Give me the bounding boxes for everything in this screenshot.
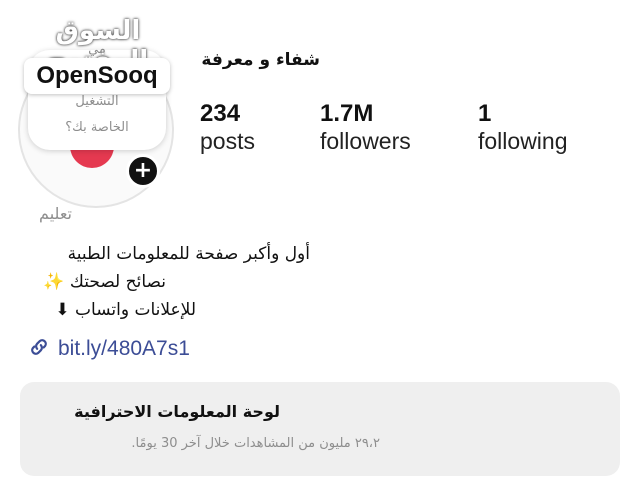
posts-count: 234 (200, 100, 241, 127)
dashboard-title: لوحة المعلومات الاحترافية (74, 402, 280, 421)
add-story-button[interactable]: + (126, 154, 160, 188)
link-icon (28, 336, 50, 362)
profile-category: تعليم (39, 204, 72, 223)
following-stat[interactable]: 1 following (478, 100, 568, 155)
followers-stat[interactable]: 1.7M followers (320, 100, 411, 155)
followers-count: 1.7M (320, 100, 374, 127)
posts-stat[interactable]: 234 posts (200, 100, 255, 155)
bio-link[interactable]: bit.ly/480A7s1 (28, 334, 190, 364)
watermark-logo: OpenSooq (24, 58, 170, 94)
following-count: 1 (478, 100, 492, 127)
profile-name: شفاء و معرفة (201, 50, 320, 70)
plus-icon: + (133, 158, 153, 183)
dashboard-subtitle: ٢٩،٢ مليون من المشاهدات خلال آخر 30 يومً… (131, 436, 380, 451)
bio-line-3: للإعلانات واتساب ⬇ (55, 300, 196, 320)
note-text-line-3: الخاصة بك؟ (65, 120, 129, 135)
following-label: following (478, 128, 568, 154)
followers-label: followers (320, 128, 411, 154)
link-text: bit.ly/480A7s1 (58, 337, 190, 360)
professional-dashboard-card[interactable]: لوحة المعلومات الاحترافية ٢٩،٢ مليون من … (20, 382, 620, 476)
bio-line-1: أول وأكبر صفحة للمعلومات الطبية (67, 244, 310, 264)
posts-label: posts (200, 128, 255, 154)
bio-line-2: نصائح لصحتك ✨ (43, 272, 166, 292)
